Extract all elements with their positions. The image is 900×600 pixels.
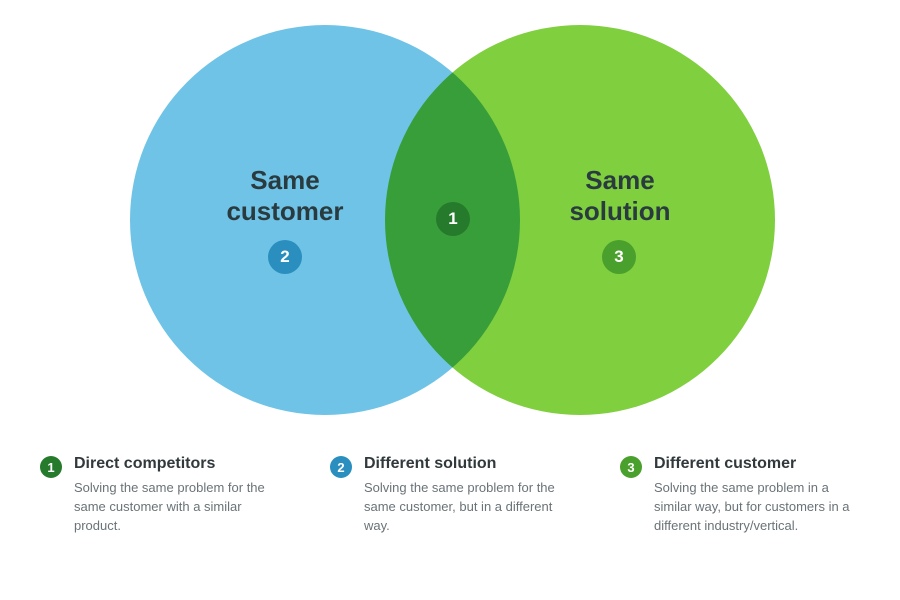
venn-diagram: Same customer Same solution 1 2 3 [0, 0, 900, 440]
legend-badge-1: 1 [40, 456, 62, 478]
legend: 1 Direct competitors Solving the same pr… [40, 455, 860, 536]
legend-title: Direct competitors [74, 455, 280, 473]
legend-text: Different customer Solving the same prob… [654, 455, 860, 536]
venn-badge-center: 1 [436, 202, 470, 236]
legend-text: Direct competitors Solving the same prob… [74, 455, 280, 536]
legend-item: 2 Different solution Solving the same pr… [330, 455, 570, 536]
venn-badge-right: 3 [602, 240, 636, 274]
legend-badge-2: 2 [330, 456, 352, 478]
legend-title: Different customer [654, 455, 860, 473]
venn-label-right: Same solution [540, 165, 700, 227]
legend-desc: Solving the same problem for the same cu… [364, 479, 570, 536]
legend-text: Different solution Solving the same prob… [364, 455, 570, 536]
venn-badge-left: 2 [268, 240, 302, 274]
legend-item: 3 Different customer Solving the same pr… [620, 455, 860, 536]
legend-badge-3: 3 [620, 456, 642, 478]
legend-item: 1 Direct competitors Solving the same pr… [40, 455, 280, 536]
legend-title: Different solution [364, 455, 570, 473]
legend-desc: Solving the same problem in a similar wa… [654, 479, 860, 536]
legend-desc: Solving the same problem for the same cu… [74, 479, 280, 536]
venn-label-left: Same customer [205, 165, 365, 227]
